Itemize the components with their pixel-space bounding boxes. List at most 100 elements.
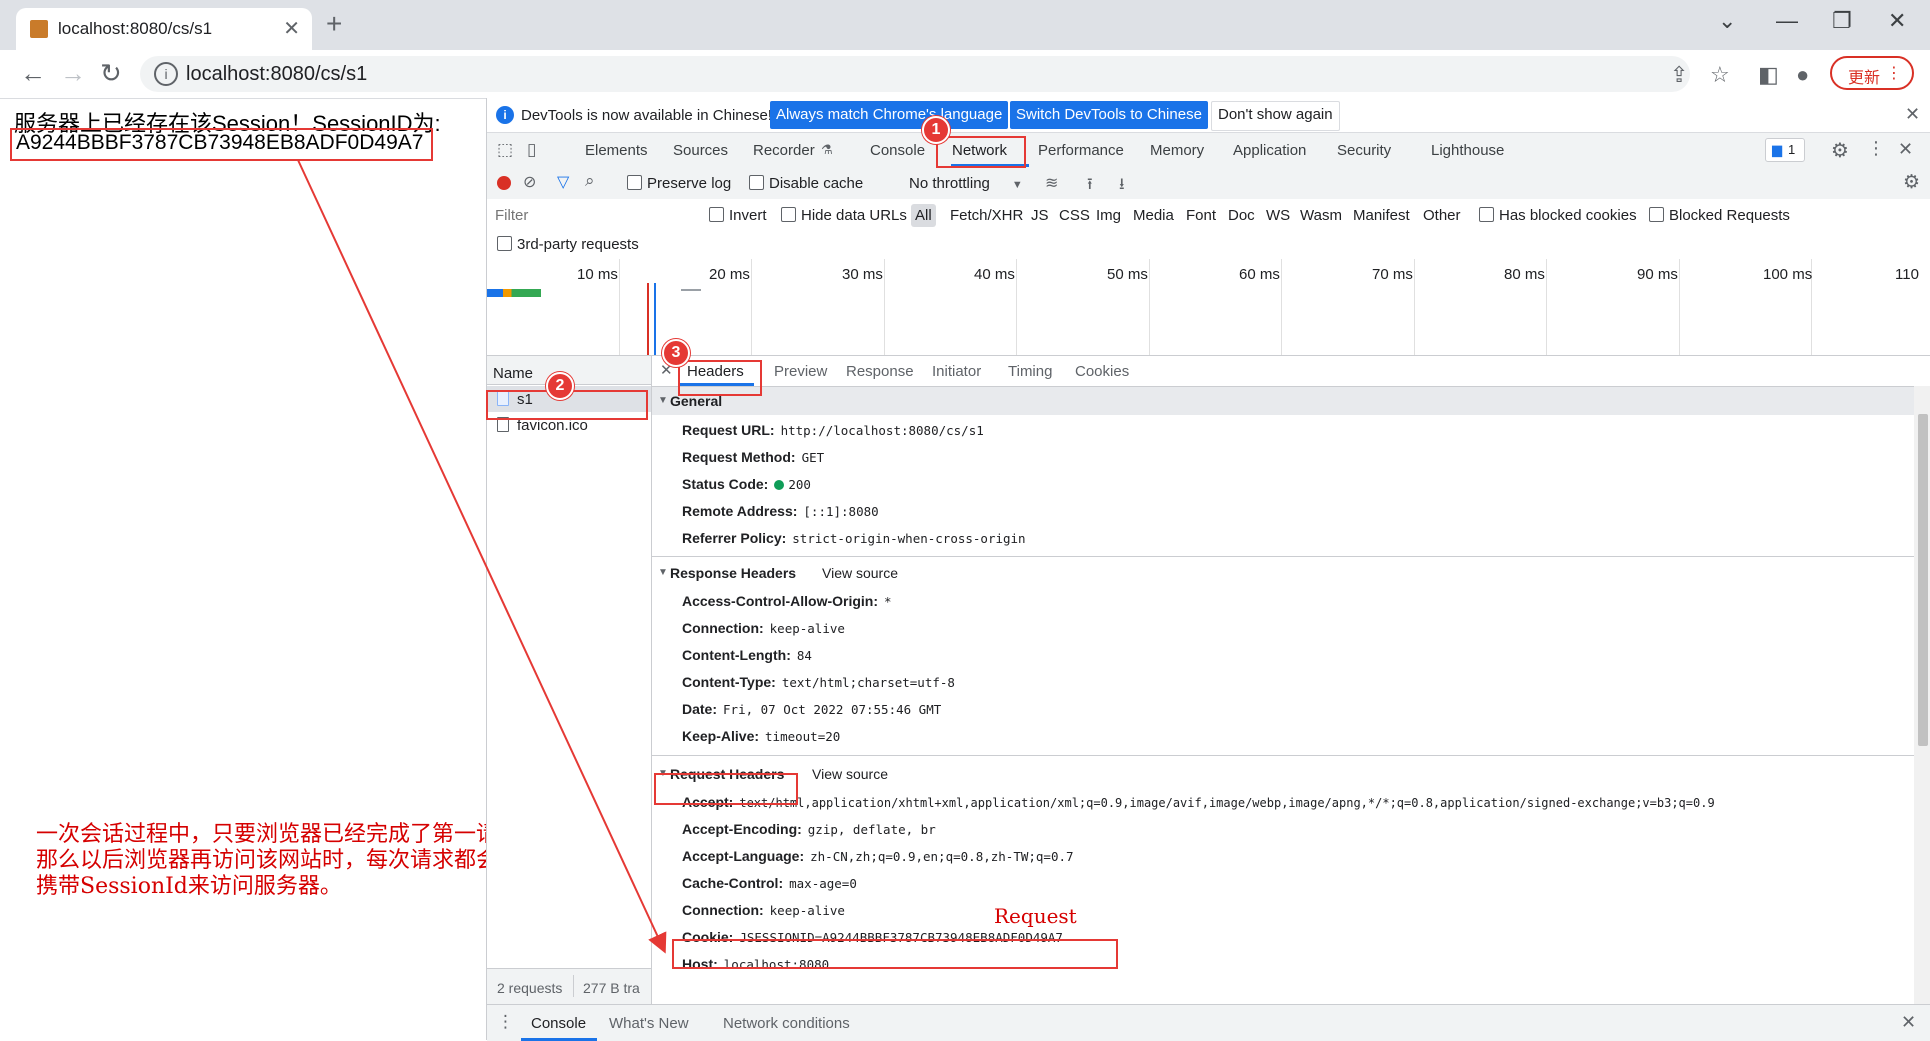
device-toolbar-icon[interactable]: ▯ bbox=[527, 140, 536, 160]
filter-type-doc[interactable]: Doc bbox=[1228, 207, 1255, 224]
tab-elements[interactable]: Elements bbox=[585, 142, 648, 159]
scrollbar-thumb[interactable] bbox=[1918, 414, 1928, 746]
annotation-badge-3: 3 bbox=[662, 339, 690, 367]
disable-cache-checkbox[interactable]: Disable cache bbox=[749, 175, 863, 192]
filter-type-js[interactable]: JS bbox=[1031, 207, 1049, 224]
clear-icon[interactable]: ⊘ bbox=[523, 172, 536, 192]
tab-timing[interactable]: Timing bbox=[1008, 363, 1052, 380]
network-controls: ⊘ ▽ ⌕ Preserve log Disable cache No thro… bbox=[487, 167, 1930, 200]
restore-icon[interactable]: ❐ bbox=[1832, 8, 1852, 34]
request-headers-section-header[interactable]: ▼ Request Headers View source bbox=[652, 760, 1914, 788]
update-label: 更新 bbox=[1848, 70, 1881, 87]
view-source-link[interactable]: View source bbox=[822, 565, 898, 581]
record-icon[interactable] bbox=[497, 176, 511, 190]
view-source-link[interactable]: View source bbox=[812, 766, 888, 782]
switch-to-chinese-button[interactable]: Switch DevTools to Chinese bbox=[1010, 101, 1208, 129]
filter-type-fetch-xhr[interactable]: Fetch/XHR bbox=[950, 207, 1023, 224]
profile-avatar-icon[interactable]: ● bbox=[1796, 62, 1809, 88]
header-row: Request Method: GET bbox=[682, 449, 825, 465]
drawer-tab-whats-new[interactable]: What's New bbox=[609, 1015, 689, 1032]
tab-initiator[interactable]: Initiator bbox=[932, 363, 981, 380]
tab-recorder[interactable]: Recorder bbox=[753, 142, 815, 159]
infobar-close-icon[interactable]: ✕ bbox=[1905, 104, 1920, 125]
annotation-badge-1: 1 bbox=[922, 116, 950, 144]
address-bar[interactable]: i localhost:8080/cs/s1 bbox=[140, 56, 1690, 92]
devtools-menu-icon[interactable]: ⋮ bbox=[1867, 138, 1885, 159]
browser-tab[interactable]: localhost:8080/cs/s1 ✕ bbox=[16, 8, 312, 50]
always-match-language-button[interactable]: Always match Chrome's language bbox=[770, 101, 1009, 129]
note-line: 一次会话过程中，只要浏览器已经完成了第一请求， bbox=[36, 822, 543, 847]
has-blocked-cookies-checkbox[interactable]: Has blocked cookies bbox=[1479, 207, 1637, 224]
site-info-icon[interactable]: i bbox=[154, 62, 178, 86]
share-icon[interactable]: ⇪ bbox=[1670, 62, 1688, 88]
filter-type-ws[interactable]: WS bbox=[1266, 207, 1290, 224]
tab-cookies[interactable]: Cookies bbox=[1075, 363, 1129, 380]
back-icon[interactable]: ← bbox=[20, 58, 46, 89]
blocked-requests-checkbox[interactable]: Blocked Requests bbox=[1649, 207, 1790, 224]
third-party-checkbox[interactable]: 3rd-party requests bbox=[497, 236, 639, 253]
filter-type-all[interactable]: All bbox=[911, 204, 936, 227]
drawer-tabs: ⋮ Console What's New Network conditions … bbox=[487, 1004, 1930, 1041]
response-headers-section-header[interactable]: ▼ Response Headers View source bbox=[652, 559, 1914, 587]
side-panel-icon[interactable]: ◧ bbox=[1758, 62, 1779, 88]
tab-sources[interactable]: Sources bbox=[673, 142, 728, 159]
tab-memory[interactable]: Memory bbox=[1150, 142, 1204, 159]
search-icon[interactable]: ⌕ bbox=[585, 171, 595, 191]
header-row: Accept-Language: zh-CN,zh;q=0.9,en;q=0.8,… bbox=[682, 848, 1074, 864]
tab-security[interactable]: Security bbox=[1337, 142, 1391, 159]
timeline-tick-label: 30 ms bbox=[842, 266, 883, 283]
bookmark-star-icon[interactable]: ☆ bbox=[1710, 62, 1730, 88]
minimize-icon[interactable]: — bbox=[1776, 8, 1798, 34]
drawer-menu-icon[interactable]: ⋮ bbox=[497, 1012, 514, 1032]
header-row: Connection: keep-alive bbox=[682, 620, 845, 636]
tab-response[interactable]: Response bbox=[846, 363, 914, 380]
drawer-tab-console[interactable]: Console bbox=[531, 1015, 586, 1032]
header-row: Accept-Encoding: gzip, deflate, br bbox=[682, 821, 936, 837]
tab-performance[interactable]: Performance bbox=[1038, 142, 1124, 159]
collapse-triangle-icon: ▼ bbox=[658, 567, 668, 578]
issues-button[interactable]: ▆ 1 bbox=[1765, 138, 1805, 162]
invert-checkbox[interactable]: Invert bbox=[709, 207, 767, 224]
reload-icon[interactable]: ↻ bbox=[100, 58, 122, 89]
filter-type-other[interactable]: Other bbox=[1423, 207, 1461, 224]
inspect-element-icon[interactable]: ⬚ bbox=[497, 140, 513, 160]
dom-content-loaded-line bbox=[654, 283, 656, 355]
tab-console[interactable]: Console bbox=[870, 142, 925, 159]
filter-type-wasm[interactable]: Wasm bbox=[1300, 207, 1342, 224]
filter-icon[interactable]: ▽ bbox=[557, 172, 569, 192]
tab-lighthouse[interactable]: Lighthouse bbox=[1431, 142, 1504, 159]
tab-application[interactable]: Application bbox=[1233, 142, 1306, 159]
general-section-header[interactable]: ▼ General bbox=[652, 387, 1914, 415]
window-close-icon[interactable]: ✕ bbox=[1888, 8, 1906, 34]
tab-search-icon[interactable]: ⌄ bbox=[1718, 8, 1736, 34]
timeline-bar bbox=[487, 289, 541, 297]
devtools-close-icon[interactable]: ✕ bbox=[1898, 139, 1913, 160]
import-har-icon[interactable]: ⭱ bbox=[1087, 173, 1093, 200]
drawer-close-icon[interactable]: ✕ bbox=[1901, 1012, 1916, 1033]
filter-type-media[interactable]: Media bbox=[1133, 207, 1174, 224]
forward-icon[interactable]: → bbox=[60, 58, 86, 89]
tab-close-icon[interactable]: ✕ bbox=[283, 16, 300, 41]
network-timeline-overview[interactable]: 10 ms 20 ms 30 ms 40 ms 50 ms 60 ms 70 m… bbox=[487, 259, 1930, 356]
tab-preview[interactable]: Preview bbox=[774, 363, 827, 380]
preserve-log-checkbox[interactable]: Preserve log bbox=[627, 175, 731, 192]
update-button[interactable]: 更新 ⋮ bbox=[1830, 56, 1914, 90]
filter-type-css[interactable]: CSS bbox=[1059, 207, 1090, 224]
filter-type-img[interactable]: Img bbox=[1096, 207, 1121, 224]
filter-type-manifest[interactable]: Manifest bbox=[1353, 207, 1410, 224]
filter-type-font[interactable]: Font bbox=[1186, 207, 1216, 224]
dont-show-again-button[interactable]: Don't show again bbox=[1211, 101, 1340, 131]
hide-data-urls-checkbox[interactable]: Hide data URLs bbox=[781, 207, 907, 224]
new-tab-icon[interactable]: + bbox=[326, 8, 342, 40]
filter-input[interactable] bbox=[493, 203, 701, 227]
drawer-tab-network-conditions[interactable]: Network conditions bbox=[723, 1015, 850, 1032]
export-har-icon[interactable]: ⭳ bbox=[1119, 173, 1125, 200]
timeline-bar bbox=[681, 289, 701, 291]
timeline-tick-label: 20 ms bbox=[709, 266, 750, 283]
throttling-select[interactable]: No throttling ▼ bbox=[909, 175, 1023, 192]
network-conditions-icon[interactable]: ≋ bbox=[1045, 173, 1058, 193]
settings-gear-icon[interactable]: ⚙ bbox=[1831, 138, 1849, 163]
invert-label: Invert bbox=[729, 207, 767, 224]
network-settings-icon[interactable]: ⚙ bbox=[1903, 171, 1920, 194]
preserve-log-label: Preserve log bbox=[647, 175, 732, 192]
